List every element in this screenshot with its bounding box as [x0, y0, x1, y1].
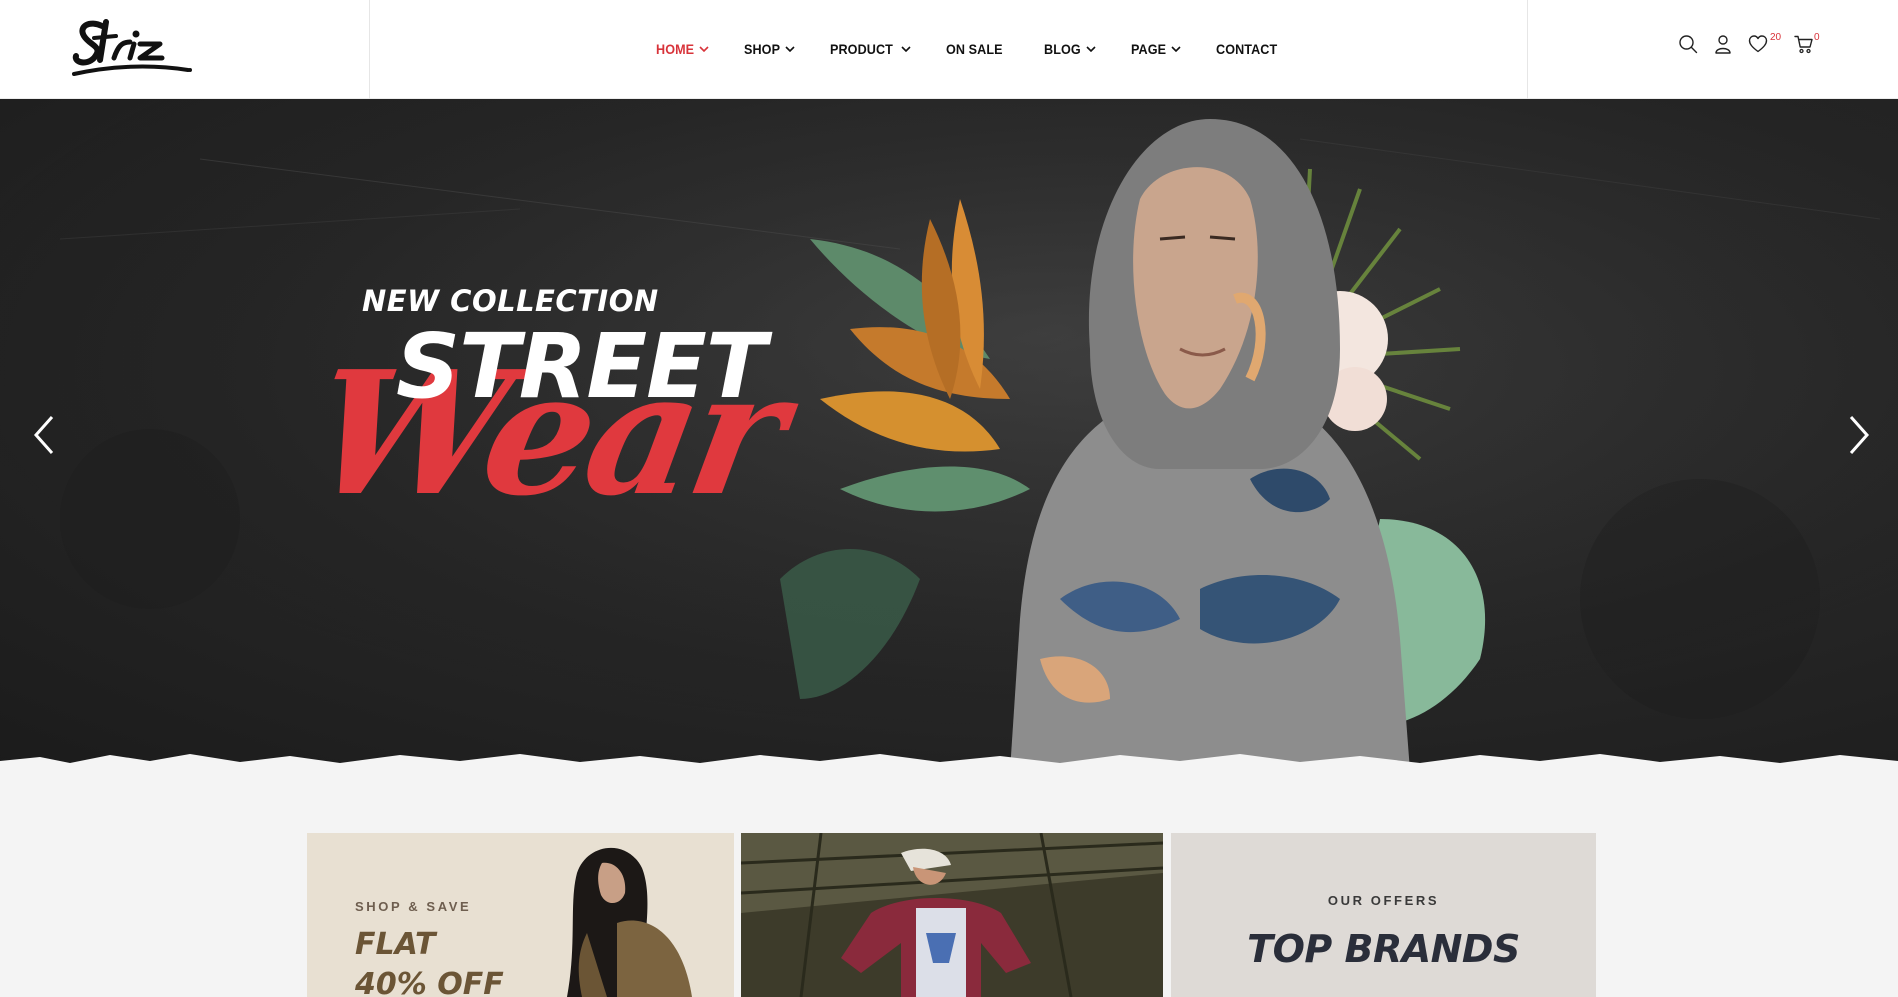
nav-label: PAGE [1131, 41, 1167, 57]
wishlist-count-badge: 20 [1770, 32, 1782, 43]
nav-label: CONTACT [1216, 41, 1278, 57]
torn-edge [0, 754, 1898, 771]
search-button[interactable] [1678, 34, 1700, 56]
cart-button[interactable]: 0 [1794, 32, 1820, 56]
site-header: HOME SHOP PRODUCT ON SALE BLOG PAGE CONT… [0, 0, 1898, 99]
chevron-down-icon [1086, 46, 1096, 52]
nav-item-on-sale[interactable]: ON SALE [946, 41, 1009, 57]
nav-item-blog[interactable]: BLOG [1044, 41, 1096, 57]
nav-label: BLOG [1044, 41, 1082, 57]
promo-banner-sale[interactable]: SHOP & SAVE FLAT 40% OFF [307, 833, 734, 997]
chevron-down-icon [785, 46, 796, 52]
chevron-down-icon [901, 46, 911, 52]
nav-label: HOME [656, 41, 695, 57]
heart-icon [1748, 35, 1768, 53]
nav-item-page[interactable]: PAGE [1131, 41, 1181, 57]
nav-label: ON SALE [946, 41, 1004, 57]
chevron-left-icon [33, 416, 54, 454]
wishlist-button[interactable]: 20 [1748, 32, 1781, 56]
search-icon [1679, 35, 1698, 54]
hero-model-image [780, 99, 1560, 771]
promo-banner-brands[interactable]: OUR OFFERS TOP BRANDS [1171, 833, 1596, 997]
chevron-down-icon [1171, 46, 1181, 52]
slider-next-button[interactable] [1843, 413, 1873, 457]
logo-column [0, 0, 370, 99]
account-button[interactable] [1713, 34, 1735, 56]
hero-slider: NEW COLLECTION Wear STREET [0, 99, 1898, 771]
main-nav: HOME SHOP PRODUCT ON SALE BLOG PAGE CONT… [656, 38, 1284, 60]
model-jacket-image [567, 847, 692, 997]
chevron-right-icon [1849, 416, 1870, 454]
header-icons: 20 0 [1678, 32, 1829, 56]
banner-title: TOP BRANDS [1247, 927, 1520, 971]
nav-item-product[interactable]: PRODUCT [830, 41, 911, 57]
nav-item-shop[interactable]: SHOP [744, 41, 796, 57]
nav-label: SHOP [744, 41, 781, 57]
promo-banner-photo[interactable] [741, 833, 1163, 997]
nav-item-home[interactable]: HOME [656, 41, 709, 57]
hero-title: STREET [396, 314, 767, 418]
slider-prev-button[interactable] [30, 413, 60, 457]
cart-count-badge: 0 [1814, 32, 1820, 43]
banner-eyebrow: SHOP & SAVE [355, 899, 472, 914]
site-logo[interactable] [70, 12, 194, 82]
banner-line2: 40% OFF [355, 967, 504, 997]
chevron-down-icon [699, 46, 709, 52]
banner-eyebrow: OUR OFFERS [1327, 893, 1440, 908]
cart-icon [1794, 35, 1813, 54]
user-icon [1715, 35, 1731, 54]
skater-photo-image [741, 833, 1163, 997]
model-illustration [780, 119, 1486, 771]
nav-item-contact[interactable]: CONTACT [1216, 41, 1284, 57]
striz-logo-icon [72, 19, 192, 76]
banner-line1: FLAT [355, 927, 436, 962]
hero-subtitle: NEW COLLECTION [362, 284, 659, 318]
nav-label: PRODUCT [830, 41, 894, 57]
